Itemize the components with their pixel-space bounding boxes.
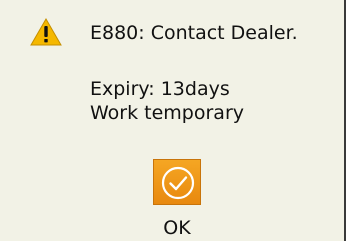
- expiry-text: Expiry: 13days: [90, 78, 230, 100]
- error-message: E880: Contact Dealer.: [90, 22, 298, 44]
- check-circle-icon: [161, 166, 195, 200]
- warning-icon: [30, 18, 62, 46]
- ok-button[interactable]: OK: [153, 159, 201, 238]
- ok-button-tile[interactable]: [153, 159, 201, 205]
- ok-label: OK: [163, 217, 191, 239]
- work-status-text: Work temporary: [90, 102, 244, 124]
